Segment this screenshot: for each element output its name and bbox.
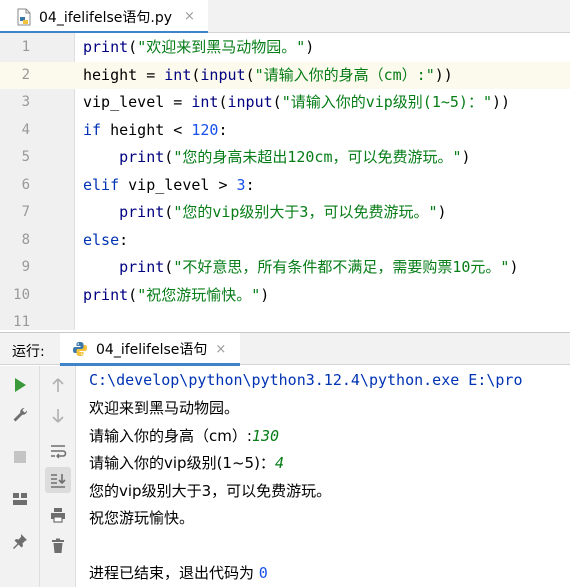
soft-wrap-icon (51, 445, 67, 459)
python-icon (72, 341, 88, 357)
line-number: 10 (13, 286, 30, 303)
stop-icon (14, 451, 26, 463)
down-arrow-icon (52, 409, 64, 423)
code-text: height = int(input("请输入你的身高（cm）:")) (83, 65, 453, 84)
run-tab-label: 04_ifelifelse语句 (96, 342, 208, 358)
scroll-to-end-icon (51, 474, 66, 488)
trash-icon (52, 538, 64, 553)
code-line[interactable]: 9 print("不好意思，所有条件都不满足，需要购票10元。") (0, 254, 570, 282)
run-toolbar-secondary (40, 366, 76, 587)
close-icon[interactable]: × (184, 9, 195, 24)
code-line[interactable]: 3 vip_level = int(input("请输入你的vip级别(1~5)… (0, 89, 570, 117)
print-button[interactable] (45, 502, 71, 528)
soft-wrap-button[interactable] (45, 438, 71, 464)
editor-tab-bar: 04_ifelifelse语句.py × (0, 0, 570, 34)
code-text: elif vip_level > 3: (83, 175, 255, 194)
settings-button[interactable] (7, 402, 33, 428)
editor-tab[interactable]: 04_ifelifelse语句.py × (0, 0, 208, 34)
clear-all-button[interactable] (45, 533, 71, 559)
code-editor[interactable]: 1 print("欢迎来到黑马动物园。") 2 height = int(inp… (0, 33, 570, 330)
pin-icon (13, 534, 27, 549)
code-line[interactable]: 4 if height < 120: (0, 117, 570, 145)
console-input-line: 请输入你的vip级别(1~5)：4 (89, 450, 284, 478)
line-number: 3 (21, 94, 30, 110)
python-file-icon (16, 8, 32, 26)
up-arrow-icon (52, 378, 64, 392)
line-number: 6 (21, 176, 30, 193)
console-prompt: 请输入你的身高（cm）: (89, 426, 252, 445)
code-text: print("您的vip级别大于3，可以免费游玩。") (119, 203, 447, 221)
exit-message: 进程已结束，退出代码为 (89, 564, 259, 582)
line-number: 5 (21, 149, 30, 165)
line-number: 4 (21, 121, 30, 138)
scroll-to-end-button[interactable] (45, 467, 71, 493)
line-number: 9 (21, 259, 30, 275)
line-number: 2 (21, 66, 30, 83)
console-user-input: 130 (251, 426, 280, 445)
run-tab[interactable]: 04_ifelifelse语句 × (60, 333, 240, 366)
code-line[interactable]: 1 print("欢迎来到黑马动物园。") (0, 34, 570, 62)
code-line[interactable]: 7 print("您的vip级别大于3，可以免费游玩。") (0, 199, 570, 227)
pin-tab-button[interactable] (7, 528, 33, 554)
console-prompt: 请输入你的vip级别(1~5)： (89, 454, 275, 472)
rerun-button[interactable] (7, 372, 33, 398)
code-line[interactable]: 11 (0, 309, 570, 330)
layout-button[interactable] (7, 486, 33, 512)
wrench-icon (13, 407, 28, 422)
code-line[interactable]: 6 elif vip_level > 3: (0, 172, 570, 200)
code-text: vip_level = int(input("请输入你的vip级别(1~5)："… (83, 93, 511, 111)
exit-code: 0 (258, 564, 268, 582)
console-exit-line: 进程已结束，退出代码为 0 (89, 560, 268, 587)
line-number: 1 (21, 39, 30, 55)
run-window-header: 运行: 04_ifelifelse语句 × (0, 332, 570, 366)
console-user-input: 4 (274, 454, 284, 472)
close-icon[interactable]: × (215, 342, 226, 357)
line-number: 7 (21, 204, 30, 220)
code-text: print("欢迎来到黑马动物园。") (83, 38, 315, 56)
console-line: 祝您游玩愉快。 (89, 509, 195, 527)
run-icon (15, 378, 26, 392)
code-text: print("不好意思，所有条件都不满足，需要购票10元。") (119, 258, 519, 276)
code-text: print("祝您游玩愉快。") (83, 285, 270, 304)
editor-tab-label: 04_ifelifelse语句.py (39, 9, 172, 26)
line-number: 8 (21, 231, 30, 248)
code-line[interactable]: 5 print("您的身高未超出120cm，可以免费游玩。") (0, 144, 570, 172)
run-toolbar-primary (0, 366, 40, 587)
next-occurrence-button[interactable] (45, 403, 71, 429)
console-input-line: 请输入你的身高（cm）:130 (89, 423, 279, 451)
print-icon (51, 508, 65, 523)
previous-occurrence-button[interactable] (45, 372, 71, 398)
run-window-label: 运行: (12, 344, 45, 360)
code-line[interactable]: 8 else: (0, 227, 570, 255)
code-text: print("您的身高未超出120cm，可以免费游玩。") (119, 148, 471, 166)
console-line: 欢迎来到黑马动物园。 (89, 399, 240, 417)
code-text: else: (83, 230, 129, 249)
console-output[interactable]: C:\develop\python\python3.12.4\python.ex… (77, 366, 570, 587)
stop-button[interactable] (7, 444, 33, 470)
line-number: 11 (13, 314, 30, 330)
code-line-current[interactable]: 2 height = int(input("请输入你的身高（cm）:")) (0, 61, 570, 89)
code-line[interactable]: 10 print("祝您游玩愉快。") (0, 282, 570, 310)
console-line: 您的vip级别大于3，可以免费游玩。 (89, 481, 332, 500)
code-text: if height < 120: (83, 120, 228, 139)
console-command-line: C:\develop\python\python3.12.4\python.ex… (89, 371, 523, 389)
layout-icon (13, 493, 27, 505)
